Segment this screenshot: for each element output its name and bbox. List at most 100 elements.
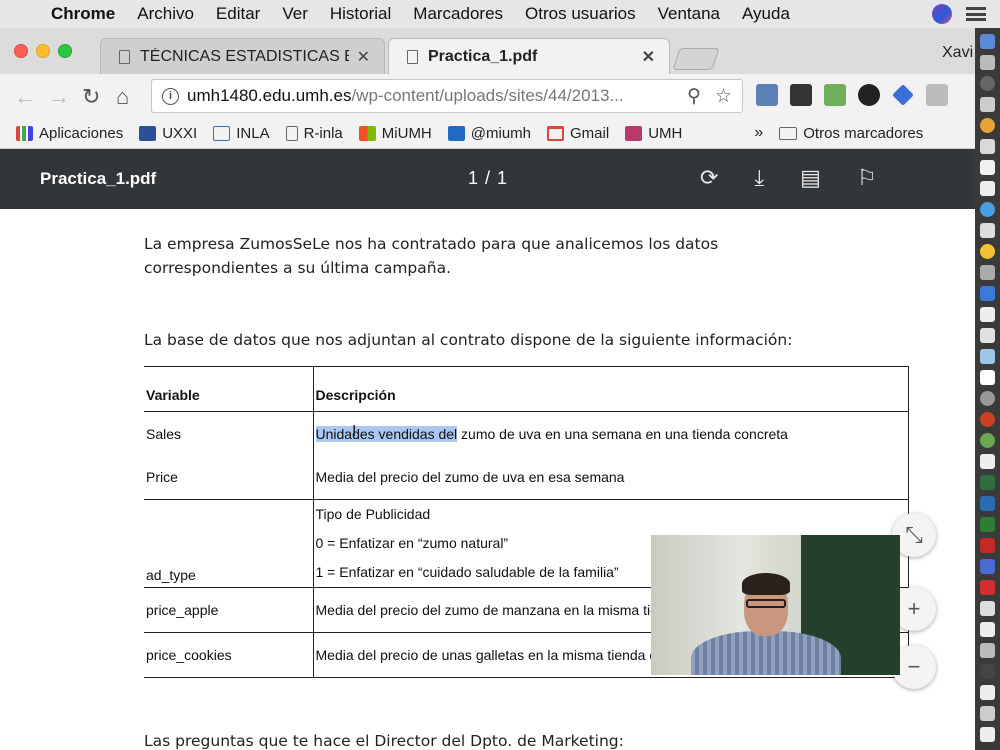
calendar-extension-icon[interactable]	[756, 84, 778, 106]
color-wheel-extension-icon[interactable]	[858, 84, 880, 106]
dock-app-icon[interactable]	[980, 643, 995, 658]
rotate-icon[interactable]: ⟳	[700, 165, 718, 191]
presenter-hair	[742, 573, 790, 595]
dock-app-icon[interactable]	[980, 76, 995, 91]
menu-otros-usuarios[interactable]: Otros usuarios	[514, 4, 647, 24]
evernote-extension-icon[interactable]	[824, 84, 846, 106]
minimize-window-button[interactable]	[36, 44, 50, 58]
bookmarks-overflow-button[interactable]: »	[754, 124, 763, 142]
outlook-icon	[447, 125, 465, 141]
dock-app-icon[interactable]	[980, 685, 995, 700]
dock-app-icon[interactable]	[980, 328, 995, 343]
dock-app-icon[interactable]	[980, 370, 995, 385]
dock-app-icon[interactable]	[980, 349, 995, 364]
header-variable: Variable	[144, 366, 314, 412]
menu-marcadores[interactable]: Marcadores	[402, 4, 514, 24]
presenter-glasses	[746, 599, 786, 608]
inla-icon	[213, 125, 231, 141]
profile-name[interactable]: Xavi	[942, 44, 973, 62]
dropbox-extension-icon[interactable]	[926, 84, 948, 106]
maximize-window-button[interactable]	[58, 44, 72, 58]
dock-app-icon[interactable]	[980, 538, 995, 553]
film-extension-icon[interactable]	[790, 84, 812, 106]
cell-variable: Price	[144, 455, 314, 500]
dock-app-icon[interactable]	[980, 559, 995, 574]
dock-app-icon[interactable]	[980, 517, 995, 532]
bookmark-aplicaciones[interactable]: Aplicaciones	[16, 125, 123, 142]
close-tab-icon[interactable]: ✕	[357, 47, 370, 67]
dock-app-icon[interactable]	[980, 307, 995, 322]
dock-app-icon[interactable]	[980, 286, 995, 301]
bookmark-inla[interactable]: INLA	[213, 124, 270, 142]
menu-editar[interactable]: Editar	[205, 4, 271, 24]
close-window-button[interactable]	[14, 44, 28, 58]
tab-practica-pdf[interactable]: Practica_1.pdf ✕	[388, 38, 670, 75]
diamond-extension-icon[interactable]	[892, 84, 914, 106]
webcam-overlay	[651, 535, 900, 675]
siri-icon[interactable]	[932, 4, 952, 24]
page-indicator: 1 / 1	[468, 168, 509, 188]
forward-arrow-icon[interactable]: →	[48, 84, 70, 110]
bookmark-uxxi[interactable]: UXXI	[139, 125, 197, 142]
dock-app-icon[interactable]	[980, 223, 995, 238]
info-icon[interactable]: i	[162, 87, 179, 105]
bookmark-label: INLA	[236, 124, 270, 142]
dock-app-icon[interactable]	[980, 202, 995, 217]
print-icon[interactable]: ▤	[800, 165, 821, 191]
menu-ayuda[interactable]: Ayuda	[731, 4, 801, 24]
close-tab-icon[interactable]: ✕	[642, 47, 655, 67]
dock-app-icon[interactable]	[980, 433, 995, 448]
dock-app-icon[interactable]	[980, 475, 995, 490]
tab-title: Practica_1.pdf	[428, 48, 538, 65]
dock-app-icon[interactable]	[980, 496, 995, 511]
dock-app-icon[interactable]	[980, 580, 995, 595]
menu-ver[interactable]: Ver	[271, 4, 319, 24]
dock-app-icon[interactable]	[980, 622, 995, 637]
bookmark-gmail[interactable]: Gmail	[547, 125, 609, 142]
address-bar[interactable]: i umh1480.edu.umh.es /wp-content/uploads…	[151, 79, 743, 113]
side-dock	[975, 28, 1000, 750]
dock-app-icon[interactable]	[980, 412, 995, 427]
document-icon	[407, 50, 418, 64]
bookmark-label: UXXI	[162, 124, 198, 142]
bookmark-menu-icon[interactable]: ⚐	[857, 165, 877, 191]
dock-app-icon[interactable]	[980, 265, 995, 280]
dock-app-icon[interactable]	[980, 118, 995, 133]
dock-app-icon[interactable]	[980, 34, 995, 49]
bookmark-umh[interactable]: UMH	[625, 125, 682, 142]
dock-app-icon[interactable]	[980, 391, 995, 406]
zoom-search-icon[interactable]: ⚲	[687, 85, 701, 108]
dock-app-icon[interactable]	[980, 601, 995, 616]
dock-app-icon[interactable]	[980, 454, 995, 469]
dock-app-icon[interactable]	[980, 664, 995, 679]
bookmark-outlook[interactable]: @miumh	[447, 125, 531, 142]
dock-app-icon[interactable]	[980, 244, 995, 259]
dock-app-icon[interactable]	[980, 160, 995, 175]
new-tab-button[interactable]	[672, 48, 720, 70]
table-row: Sales Unidades vendidas del zumo de uva …	[144, 411, 909, 456]
dock-app-icon[interactable]	[980, 139, 995, 154]
bookmark-star-icon[interactable]: ☆	[715, 85, 732, 108]
selected-text[interactable]: Unidades vendidas del	[315, 425, 458, 442]
notification-center-icon[interactable]	[966, 7, 986, 21]
dock-app-icon[interactable]	[980, 727, 995, 742]
menu-ventana[interactable]: Ventana	[647, 4, 731, 24]
umh-icon	[625, 125, 643, 141]
dock-app-icon[interactable]	[980, 706, 995, 721]
menu-chrome[interactable]: Chrome	[40, 4, 126, 24]
bookmark-otros-marcadores[interactable]: Otros marcadores	[779, 125, 923, 142]
bookmark-miumh[interactable]: MiUMH	[358, 125, 432, 142]
menu-historial[interactable]: Historial	[319, 4, 402, 24]
download-icon[interactable]: ⤓	[754, 165, 764, 191]
reload-icon[interactable]: ↻	[82, 84, 100, 110]
menu-archivo[interactable]: Archivo	[126, 4, 205, 24]
apps-grid-icon	[16, 125, 33, 141]
dock-app-icon[interactable]	[980, 181, 995, 196]
tab-tecnicas-estadisticas[interactable]: TÉCNICAS ESTADISTICAS EN A ✕	[100, 38, 385, 74]
document-icon	[119, 49, 130, 64]
back-arrow-icon[interactable]: ←	[14, 84, 36, 110]
dock-app-icon[interactable]	[980, 55, 995, 70]
home-icon[interactable]: ⌂	[116, 84, 129, 110]
dock-app-icon[interactable]	[980, 97, 995, 112]
bookmark-r-inla[interactable]: R-inla	[285, 125, 343, 142]
